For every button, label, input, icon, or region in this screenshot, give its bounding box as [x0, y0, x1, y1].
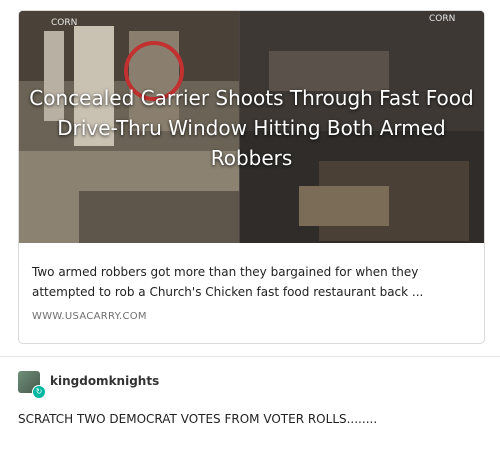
post-divider: [0, 356, 500, 357]
reblog-icon: ↻: [32, 385, 46, 399]
link-card-description: Two armed robbers got more than they bar…: [32, 265, 424, 299]
post-body: SCRATCH TWO DEMOCRAT VOTES FROM VOTER RO…: [18, 412, 378, 426]
image-watermark-left: CORN: [51, 18, 77, 28]
link-card-source[interactable]: WWW.USACARRY.COM: [32, 311, 147, 322]
link-card-image[interactable]: CORN CORN Concealed Carrier Shoots Throu…: [19, 11, 484, 243]
image-watermark-right: CORN: [429, 14, 455, 24]
link-card[interactable]: CORN CORN Concealed Carrier Shoots Throu…: [18, 10, 485, 344]
link-card-title[interactable]: Concealed Carrier Shoots Through Fast Fo…: [29, 83, 474, 173]
post-username[interactable]: kingdomknights: [50, 374, 159, 388]
